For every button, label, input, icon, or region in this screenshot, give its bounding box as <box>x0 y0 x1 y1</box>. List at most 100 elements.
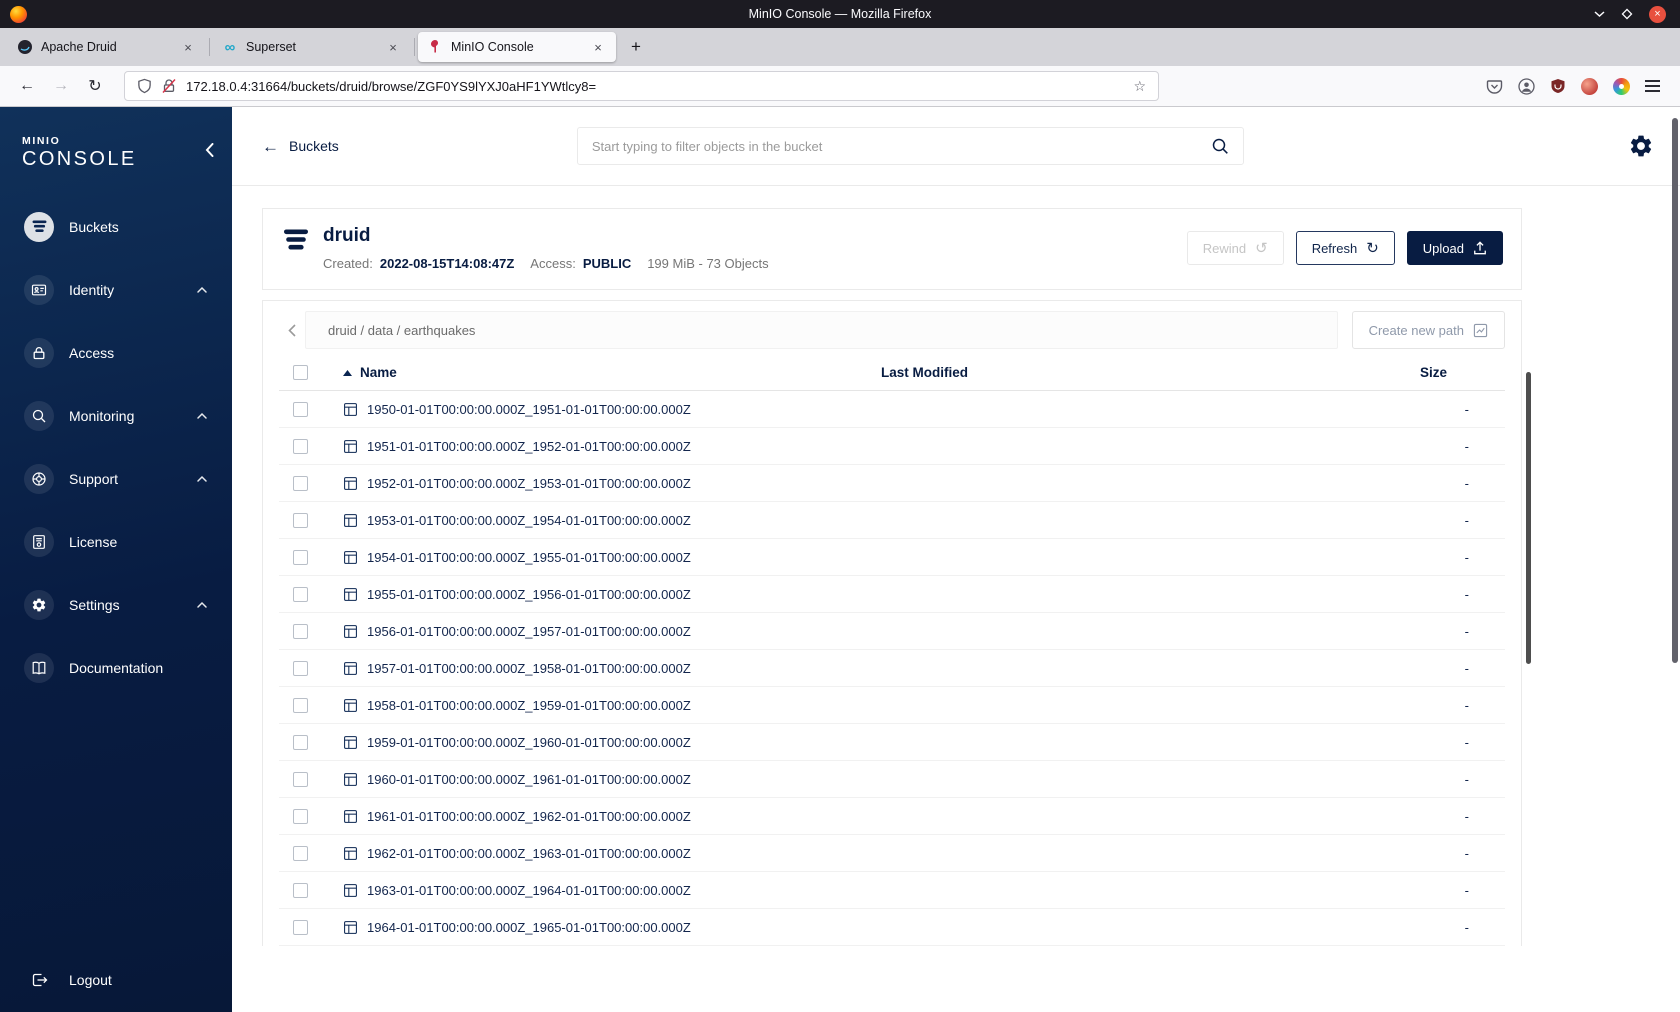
profile-avatar-icon[interactable] <box>1581 77 1598 95</box>
table-row[interactable]: 1958-01-01T00:00:00.000Z_1959-01-01T00:0… <box>279 687 1505 724</box>
sidebar-item-documentation[interactable]: Documentation <box>0 636 232 699</box>
object-size: - <box>1464 882 1469 898</box>
sidebar-item-license[interactable]: License <box>0 510 232 573</box>
forward-button[interactable]: → <box>46 71 76 101</box>
new-tab-button[interactable]: + <box>622 33 650 61</box>
row-checkbox[interactable] <box>292 586 308 602</box>
row-checkbox[interactable] <box>292 401 308 417</box>
object-size: - <box>1464 845 1469 861</box>
access-value: PUBLIC <box>582 256 632 271</box>
tab-superset[interactable]: ∞ Superset × <box>213 32 411 62</box>
menu-hamburger-icon[interactable] <box>1645 80 1660 92</box>
window-close-icon[interactable]: × <box>1649 5 1666 23</box>
window-maximize-icon[interactable] <box>1621 8 1633 20</box>
minio-favicon <box>427 39 443 55</box>
object-filter-search[interactable] <box>576 127 1244 165</box>
upload-button[interactable]: Upload <box>1406 231 1503 265</box>
table-row[interactable]: 1959-01-01T00:00:00.000Z_1960-01-01T00:0… <box>279 724 1505 761</box>
table-row[interactable]: 1950-01-01T00:00:00.000Z_1951-01-01T00:0… <box>279 391 1505 428</box>
row-checkbox[interactable] <box>292 808 308 824</box>
create-new-path-button[interactable]: Create new path <box>1351 311 1505 349</box>
settings-gear-icon[interactable] <box>1628 133 1654 159</box>
sidebar-item-buckets[interactable]: Buckets <box>0 195 232 258</box>
sidebar-item-logout[interactable]: Logout <box>0 972 232 988</box>
table-row[interactable]: 1962-01-01T00:00:00.000Z_1963-01-01T00:0… <box>279 835 1505 872</box>
table-row[interactable]: 1957-01-01T00:00:00.000Z_1958-01-01T00:0… <box>279 650 1505 687</box>
back-button[interactable]: ← <box>12 71 42 101</box>
sidebar-item-access[interactable]: Access <box>0 321 232 384</box>
table-row[interactable]: 1963-01-01T00:00:00.000Z_1964-01-01T00:0… <box>279 872 1505 909</box>
search-input[interactable] <box>591 138 1211 154</box>
back-arrow-icon: ← <box>262 136 279 156</box>
table-row[interactable]: 1956-01-01T00:00:00.000Z_1957-01-01T00:0… <box>279 613 1505 650</box>
url-bar[interactable]: 172.18.0.4:31664/buckets/druid/browse/ZG… <box>124 71 1159 101</box>
sidebar-item-identity[interactable]: Identity <box>0 258 232 321</box>
row-checkbox[interactable] <box>292 919 308 935</box>
back-to-buckets-link[interactable]: ← Buckets <box>262 138 339 155</box>
table-row[interactable]: 1964-01-01T00:00:00.000Z_1965-01-01T00:0… <box>279 909 1505 946</box>
tab-close-icon[interactable]: × <box>589 38 607 56</box>
tab-label: Apache Druid <box>41 40 117 54</box>
row-checkbox[interactable] <box>292 882 308 898</box>
tab-close-icon[interactable]: × <box>179 38 197 56</box>
table-row[interactable]: 1952-01-01T00:00:00.000Z_1953-01-01T00:0… <box>279 465 1505 502</box>
object-file-icon <box>343 920 358 935</box>
column-header-size[interactable]: Size <box>1409 365 1505 380</box>
tab-apache-druid[interactable]: Apache Druid × <box>8 32 206 62</box>
row-checkbox[interactable] <box>292 623 308 639</box>
row-checkbox[interactable] <box>292 512 308 528</box>
object-size: - <box>1464 660 1469 676</box>
breadcrumb-back-chevron-icon[interactable] <box>279 323 305 337</box>
table-row[interactable]: 1955-01-01T00:00:00.000Z_1956-01-01T00:0… <box>279 576 1505 613</box>
object-name: 1956-01-01T00:00:00.000Z_1957-01-01T00:0… <box>367 623 691 639</box>
pocket-icon[interactable] <box>1486 78 1503 95</box>
row-checkbox[interactable] <box>292 771 308 787</box>
brand-top: MINIO <box>22 135 61 147</box>
refresh-button[interactable]: Refresh ↻ <box>1295 231 1395 265</box>
object-table-header: Name Last Modified Size <box>279 355 1505 391</box>
account-icon[interactable] <box>1518 77 1535 95</box>
row-checkbox[interactable] <box>292 697 308 713</box>
table-row[interactable]: 1961-01-01T00:00:00.000Z_1962-01-01T00:0… <box>279 798 1505 835</box>
object-name: 1959-01-01T00:00:00.000Z_1960-01-01T00:0… <box>367 734 691 750</box>
object-name: 1960-01-01T00:00:00.000Z_1961-01-01T00:0… <box>367 771 691 787</box>
row-checkbox[interactable] <box>292 549 308 565</box>
sidebar-item-settings[interactable]: Settings <box>0 573 232 636</box>
row-checkbox[interactable] <box>292 734 308 750</box>
window-minimize-icon[interactable] <box>1594 10 1605 18</box>
tab-minio-console[interactable]: MinIO Console × <box>418 32 616 62</box>
list-scrollbar-thumb[interactable] <box>1526 372 1531 664</box>
table-row[interactable]: 1951-01-01T00:00:00.000Z_1952-01-01T00:0… <box>279 428 1505 465</box>
column-header-name[interactable]: Name <box>321 365 881 380</box>
rewind-button[interactable]: Rewind ↺ <box>1186 231 1284 265</box>
row-checkbox[interactable] <box>292 438 308 454</box>
insecure-lock-icon[interactable] <box>161 78 177 94</box>
object-list: 1950-01-01T00:00:00.000Z_1951-01-01T00:0… <box>279 391 1505 946</box>
sidebar-item-support[interactable]: Support <box>0 447 232 510</box>
column-header-last-modified[interactable]: Last Modified <box>881 365 1409 380</box>
shield-icon[interactable] <box>137 78 152 94</box>
extension-pinwheel-icon[interactable] <box>1613 77 1630 95</box>
bookmark-star-icon[interactable]: ☆ <box>1133 78 1146 95</box>
sidebar-collapse-icon[interactable] <box>205 143 214 162</box>
breadcrumb[interactable]: druid / data / earthquakes <box>305 311 1338 349</box>
sidebar-item-monitoring[interactable]: Monitoring <box>0 384 232 447</box>
object-size: - <box>1464 401 1469 417</box>
row-checkbox[interactable] <box>292 845 308 861</box>
table-row[interactable]: 1960-01-01T00:00:00.000Z_1961-01-01T00:0… <box>279 761 1505 798</box>
table-row[interactable]: 1953-01-01T00:00:00.000Z_1954-01-01T00:0… <box>279 502 1505 539</box>
access-label: Access: <box>530 256 576 271</box>
tab-close-icon[interactable]: × <box>384 38 402 56</box>
page-scrollbar-thumb[interactable] <box>1672 118 1678 663</box>
table-row[interactable]: 1954-01-01T00:00:00.000Z_1955-01-01T00:0… <box>279 539 1505 576</box>
superset-favicon: ∞ <box>224 38 236 56</box>
row-checkbox[interactable] <box>292 475 308 491</box>
row-checkbox[interactable] <box>292 660 308 676</box>
reload-button[interactable]: ↻ <box>80 71 110 101</box>
ublock-icon[interactable] <box>1550 78 1566 94</box>
object-size: - <box>1464 438 1469 454</box>
bucket-summary-card: druid Created: 2022-08-15T14:08:47Z Acce… <box>262 208 1522 290</box>
rewind-icon: ↺ <box>1255 239 1268 257</box>
select-all-checkbox[interactable] <box>292 365 308 380</box>
object-size: - <box>1464 808 1469 824</box>
